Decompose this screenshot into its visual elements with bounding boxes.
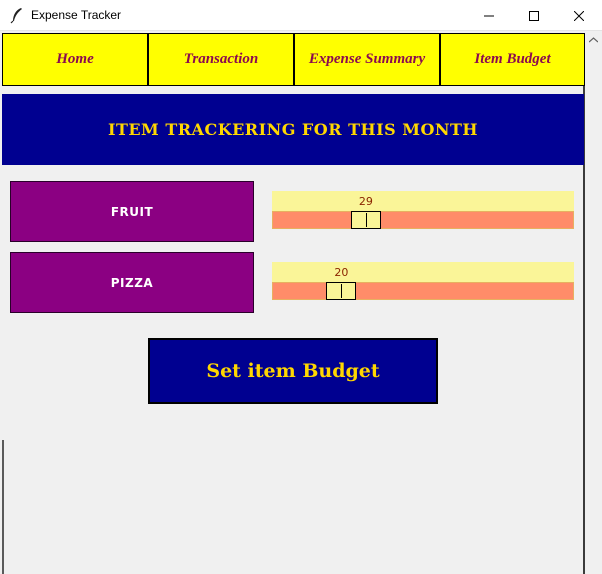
nav-expense-summary-button[interactable]: Expense Summary xyxy=(295,34,439,85)
nav-transaction-button[interactable]: Transaction xyxy=(149,34,293,85)
nav-bar: Home Transaction Expense Summary Item Bu… xyxy=(2,33,585,86)
close-button[interactable] xyxy=(556,0,602,31)
minimize-button[interactable] xyxy=(466,0,512,31)
budget-slider-pizza[interactable]: 20 xyxy=(272,262,574,302)
chevron-up-icon xyxy=(589,37,598,43)
frame-border-left xyxy=(2,440,4,574)
page-title: ITEM TRACKERING FOR THIS MONTH xyxy=(107,120,479,139)
item-label-pizza: PIZZA xyxy=(10,252,254,313)
close-icon xyxy=(574,10,584,21)
slider-trough[interactable] xyxy=(272,282,574,300)
window-title: Expense Tracker xyxy=(31,8,122,22)
set-item-budget-button[interactable]: Set item Budget xyxy=(148,338,438,404)
feather-icon xyxy=(10,8,22,24)
title-bar: Expense Tracker xyxy=(0,0,602,31)
slider-value-area xyxy=(272,262,574,282)
maximize-button[interactable] xyxy=(511,0,557,31)
page-header: ITEM TRACKERING FOR THIS MONTH xyxy=(2,94,584,165)
slider-handle-fruit[interactable] xyxy=(350,211,381,229)
slider-handle-pizza[interactable] xyxy=(326,282,357,300)
budget-slider-fruit[interactable]: 29 xyxy=(272,191,574,231)
minimize-icon xyxy=(484,15,494,16)
item-label-fruit: FRUIT xyxy=(10,181,254,242)
slider-value-fruit: 29 xyxy=(358,195,373,208)
slider-value-pizza: 20 xyxy=(334,266,349,279)
nav-item-budget-button[interactable]: Item Budget xyxy=(441,34,584,85)
maximize-icon xyxy=(529,10,539,21)
slider-trough[interactable] xyxy=(272,211,574,229)
nav-home-button[interactable]: Home xyxy=(3,34,147,85)
slider-value-area xyxy=(272,191,574,211)
scrollbar[interactable] xyxy=(585,31,602,574)
